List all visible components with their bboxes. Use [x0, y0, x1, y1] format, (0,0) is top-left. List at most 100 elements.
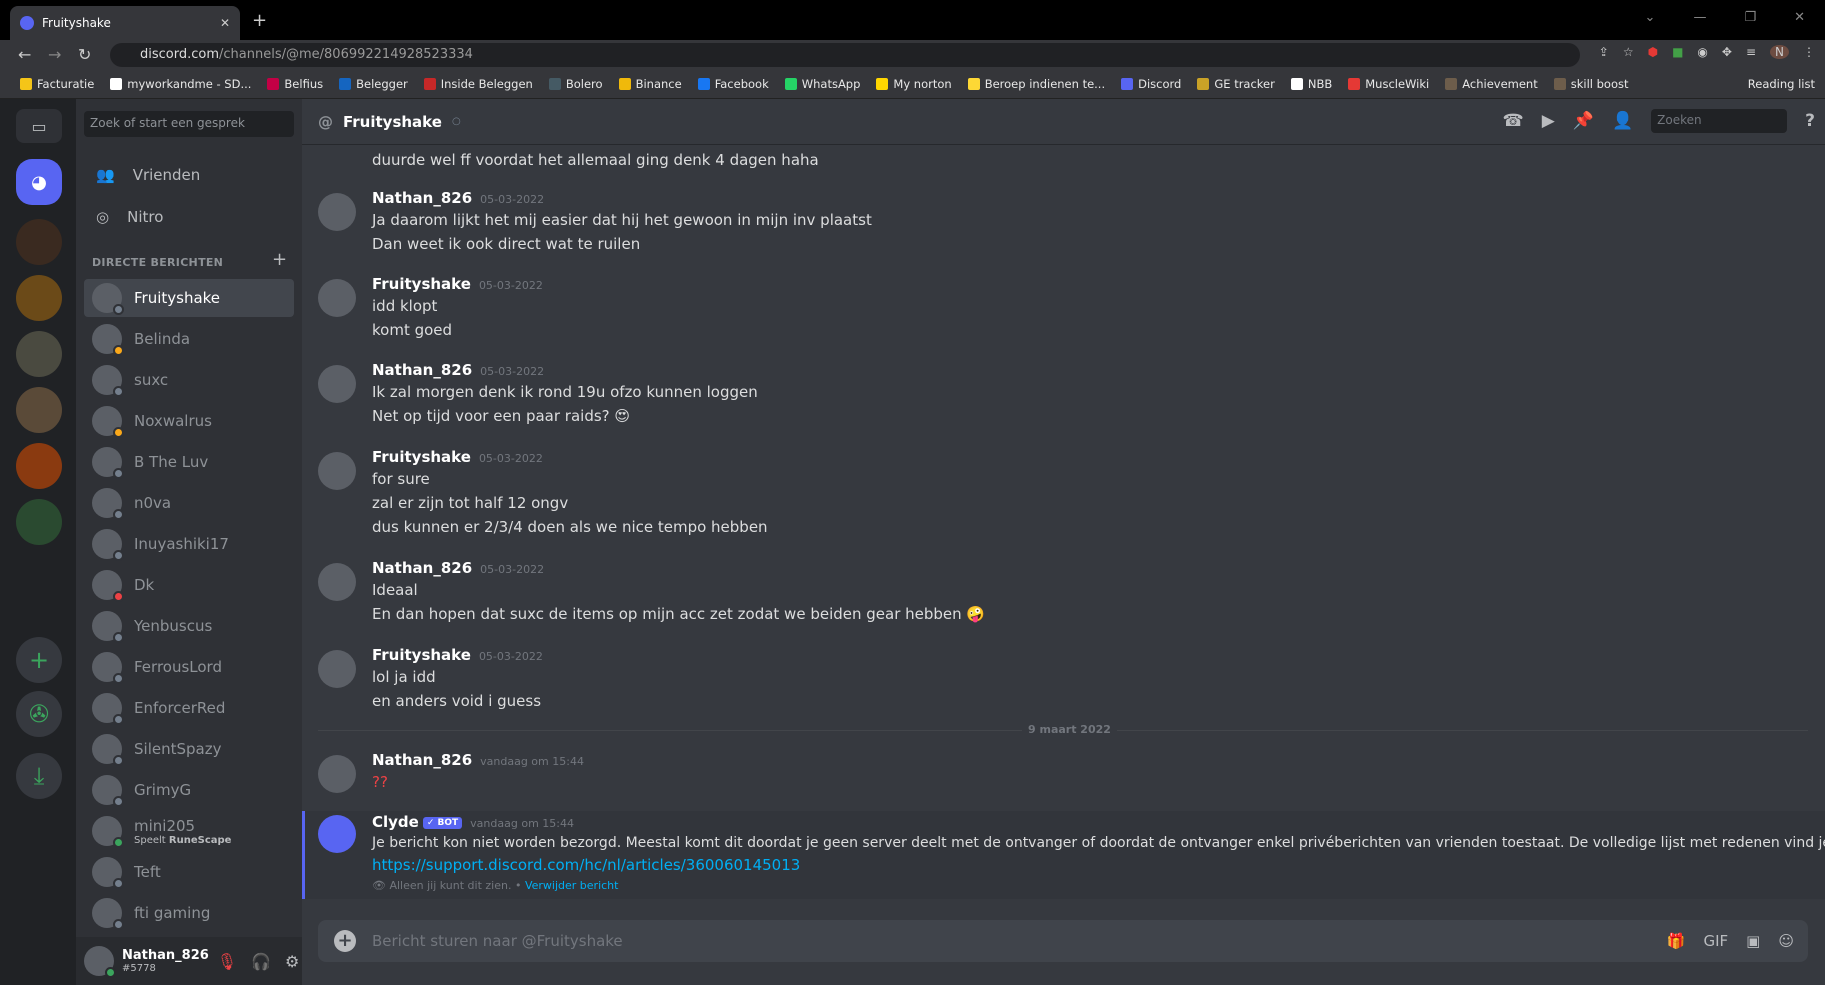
- dm-item[interactable]: mini205 Speelt RuneScape: [84, 812, 294, 850]
- dm-item[interactable]: SilentSpazy: [84, 730, 294, 768]
- media-icon[interactable]: ≡: [1746, 45, 1756, 59]
- avatar[interactable]: [318, 650, 356, 688]
- settings-icon[interactable]: ⚙: [285, 952, 299, 971]
- menu-icon[interactable]: ⋮: [1803, 45, 1815, 59]
- author[interactable]: Nathan_826: [372, 189, 472, 207]
- author[interactable]: Nathan_826: [372, 559, 472, 577]
- dm-item[interactable]: FerrousLord: [84, 648, 294, 686]
- dm-item[interactable]: Belinda: [84, 320, 294, 358]
- dm-item[interactable]: Fruityshake: [84, 279, 294, 317]
- close-window-icon[interactable]: ✕: [1794, 10, 1805, 25]
- video-icon[interactable]: ▶: [1542, 111, 1555, 131]
- mute-mic-icon[interactable]: 🎙: [217, 952, 237, 971]
- url-input[interactable]: discord.com/channels/@me/806992214928523…: [110, 43, 1580, 67]
- check-extension-icon[interactable]: ■: [1672, 45, 1683, 59]
- dm-search-input[interactable]: Zoek of start een gesprek: [84, 111, 294, 137]
- forward-icon[interactable]: →: [48, 45, 61, 64]
- server-icon[interactable]: [16, 275, 62, 321]
- call-icon[interactable]: ☎: [1503, 111, 1524, 131]
- profile-avatar[interactable]: N: [1770, 45, 1789, 59]
- dm-item[interactable]: suxc: [84, 361, 294, 399]
- avatar[interactable]: [84, 946, 116, 978]
- bookmark[interactable]: Facebook: [697, 77, 769, 91]
- headphones-icon[interactable]: 🎧: [251, 952, 271, 971]
- browser-tab[interactable]: Fruityshake ✕: [10, 6, 240, 40]
- message-input[interactable]: + Bericht sturen naar @Fruityshake 🎁 GIF ▣…: [318, 920, 1808, 962]
- upload-plus-icon[interactable]: +: [334, 930, 356, 952]
- avatar[interactable]: [318, 452, 356, 490]
- dm-item[interactable]: GrimyG: [84, 771, 294, 809]
- add-friend-icon[interactable]: 👤: [1612, 111, 1633, 131]
- bookmark[interactable]: MuscleWiki: [1348, 77, 1429, 91]
- avatar[interactable]: [318, 279, 356, 317]
- reading-list[interactable]: Reading list: [1748, 77, 1815, 91]
- adblock-icon[interactable]: ⬢: [1648, 45, 1658, 59]
- avatar[interactable]: [318, 193, 356, 231]
- server-icon[interactable]: [16, 331, 62, 377]
- support-link[interactable]: https://support.discord.com/hc/nl/articl…: [372, 856, 800, 874]
- emoji-icon[interactable]: ☺: [1778, 932, 1794, 950]
- bookmark[interactable]: Beroep indienen te...: [967, 77, 1105, 91]
- close-tab-icon[interactable]: ✕: [220, 16, 230, 30]
- bookmark[interactable]: Discord: [1121, 77, 1181, 91]
- share-icon[interactable]: ⇪: [1599, 45, 1609, 59]
- author[interactable]: Clyde: [372, 813, 419, 831]
- dm-item[interactable]: Noxwalrus: [84, 402, 294, 440]
- reload-icon[interactable]: ↻: [78, 45, 91, 64]
- server-icon[interactable]: [16, 443, 62, 489]
- gif-icon[interactable]: GIF: [1703, 932, 1728, 950]
- sticker-icon[interactable]: ▣: [1746, 932, 1760, 950]
- avatar[interactable]: [318, 755, 356, 793]
- author[interactable]: Nathan_826: [372, 751, 472, 769]
- bookmark[interactable]: GE tracker: [1197, 77, 1275, 91]
- author[interactable]: Fruityshake: [372, 448, 471, 466]
- author[interactable]: Nathan_826: [372, 361, 472, 379]
- dm-item[interactable]: Yenbuscus: [84, 607, 294, 645]
- back-icon[interactable]: ←: [18, 45, 31, 64]
- delete-message-link[interactable]: Verwijder bericht: [525, 879, 619, 892]
- bookmark[interactable]: NBB: [1290, 77, 1332, 91]
- bookmark[interactable]: Facturatie: [20, 77, 94, 91]
- bookmark[interactable]: myworkandme - SD...: [110, 77, 251, 91]
- bookmark[interactable]: My norton: [876, 77, 952, 91]
- bookmark[interactable]: Bolero: [548, 77, 603, 91]
- inbox-icon[interactable]: ▭: [16, 109, 62, 143]
- bookmark[interactable]: Inside Beleggen: [423, 77, 533, 91]
- bookmark[interactable]: Belegger: [339, 77, 408, 91]
- server-icon[interactable]: [16, 499, 62, 545]
- help-icon[interactable]: ?: [1805, 111, 1815, 131]
- server-icon[interactable]: [16, 219, 62, 265]
- dm-item[interactable]: fti gaming: [84, 894, 294, 932]
- minimize-icon[interactable]: —: [1693, 10, 1706, 25]
- bookmark[interactable]: Achievement: [1445, 77, 1538, 91]
- add-server-icon[interactable]: +: [16, 637, 62, 683]
- pin-icon[interactable]: 📌: [1573, 111, 1594, 131]
- bookmark[interactable]: Binance: [618, 77, 682, 91]
- create-dm-icon[interactable]: +: [272, 249, 287, 270]
- author[interactable]: Fruityshake: [372, 646, 471, 664]
- gift-icon[interactable]: 🎁: [1667, 932, 1686, 950]
- star-icon[interactable]: ☆: [1623, 45, 1634, 59]
- avatar[interactable]: [318, 563, 356, 601]
- nav-friends[interactable]: 👥 Vrienden: [84, 155, 294, 195]
- server-icon[interactable]: [16, 387, 62, 433]
- dm-item[interactable]: EnforcerRed: [84, 689, 294, 727]
- download-icon[interactable]: ⤓: [16, 753, 62, 799]
- dm-item[interactable]: Teft: [84, 853, 294, 891]
- dm-item[interactable]: n0va: [84, 484, 294, 522]
- bookmark[interactable]: WhatsApp: [784, 77, 860, 91]
- puzzle-icon[interactable]: ✥: [1722, 45, 1732, 59]
- nav-nitro[interactable]: ◎ Nitro: [84, 197, 294, 237]
- dm-item[interactable]: Dk: [84, 566, 294, 604]
- discord-home-icon[interactable]: ◕: [16, 159, 62, 205]
- explore-icon[interactable]: ✇: [16, 691, 62, 737]
- dm-item[interactable]: B The Luv: [84, 443, 294, 481]
- clyde-avatar[interactable]: [318, 815, 356, 853]
- author[interactable]: Fruityshake: [372, 275, 471, 293]
- extension-icon[interactable]: ◉: [1697, 45, 1707, 59]
- tab-search-icon[interactable]: ⌄: [1645, 10, 1656, 25]
- search-input[interactable]: Zoeken: [1651, 109, 1788, 133]
- restore-icon[interactable]: ❐: [1744, 10, 1756, 25]
- bookmark[interactable]: Belfius: [267, 77, 323, 91]
- avatar[interactable]: [318, 365, 356, 403]
